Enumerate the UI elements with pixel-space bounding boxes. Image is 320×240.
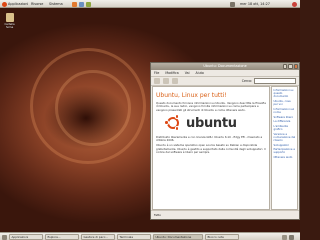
back-button[interactable] — [154, 78, 160, 84]
ubuntu-wordmark: ubuntu — [186, 115, 237, 131]
help-browser-window[interactable]: Ubuntu: Documentazione File Modifica Vai… — [150, 62, 300, 220]
logo-dot — [164, 120, 169, 125]
volume-icon[interactable] — [230, 1, 235, 7]
taskbar-item[interactable]: Blocco note — [205, 234, 239, 240]
sidebar-link[interactable]: La differenza — [274, 120, 296, 123]
top-panel: Applicazioni Risorse Sistema mer 18 ott,… — [0, 0, 300, 8]
bottom-panel: Applicazioni Esplora... Gestore di pacc.… — [0, 232, 300, 240]
minimize-button[interactable] — [282, 64, 287, 69]
ubuntu-logo: ubuntu — [164, 113, 266, 134]
window-title: Ubuntu: Documentazione — [203, 64, 247, 68]
home-button[interactable] — [172, 78, 179, 84]
document-content: Ubuntu, Linux per tutti! Questo document… — [152, 86, 270, 210]
search-input[interactable] — [254, 78, 296, 84]
menu-help[interactable]: Aiuto — [196, 71, 204, 75]
wallpaper-swirl — [55, 70, 131, 146]
desktop-icon-home[interactable]: Cartella home — [4, 13, 15, 29]
applications-menu-label: Applicazioni — [8, 2, 29, 6]
window-toolbar: Cerca: — [151, 77, 299, 86]
menu-go[interactable]: Vai — [185, 71, 190, 75]
status-bar: Fatto — [151, 210, 299, 219]
trash-icon[interactable] — [289, 234, 294, 240]
sidebar-link[interactable]: Informazioni sul nome — [274, 108, 296, 114]
taskbar-item[interactable]: Terminale — [117, 234, 151, 240]
sidebar-link[interactable]: Partecipazione e supporto — [274, 148, 296, 154]
release-paragraph: Distribuito liberamente e con licenza GN… — [156, 134, 263, 143]
taskbar-item-active[interactable]: Ubuntu: Documentazione — [153, 234, 203, 240]
applications-menu[interactable]: Applicazioni — [2, 1, 28, 7]
help-launcher-icon[interactable] — [86, 1, 91, 7]
menu-file[interactable]: File — [154, 71, 159, 75]
taskbar-item[interactable]: Esplora... — [45, 234, 79, 240]
taskbar-item[interactable]: Applicazioni — [9, 234, 43, 240]
about-paragraph: Ubuntu è un sistema operativo open sourc… — [156, 143, 266, 155]
taskbar-item[interactable]: Gestore di pacc... — [81, 234, 115, 240]
folder-icon — [5, 13, 14, 22]
sidebar-link[interactable]: Sviluppatori — [274, 144, 296, 147]
places-menu[interactable]: Risorse — [31, 1, 43, 7]
clock[interactable]: mer 18 ott, 14:27 — [240, 1, 270, 7]
workspace-switcher-icon[interactable] — [282, 234, 287, 240]
system-menu[interactable]: Sistema — [49, 1, 63, 7]
mail-launcher-icon[interactable] — [79, 1, 84, 7]
menu-edit[interactable]: Modifica — [165, 71, 178, 75]
sidebar-link[interactable]: Ottenere aiuto — [274, 156, 296, 159]
circle-of-friends-icon — [164, 113, 182, 132]
logo-dot — [174, 114, 179, 119]
contents-sidebar: Informazioni su questo documento Ubuntu,… — [271, 86, 298, 210]
window-titlebar[interactable]: Ubuntu: Documentazione — [151, 63, 299, 70]
window-menubar: File Modifica Vai Aiuto — [151, 70, 299, 77]
show-desktop-icon[interactable] — [2, 234, 7, 240]
sidebar-link[interactable]: Ubuntu, cosa per voi — [274, 100, 296, 106]
logo-dot — [174, 126, 179, 131]
search-label: Cerca: — [241, 79, 252, 83]
sidebar-link[interactable]: Versione e numerazione del rilascio — [274, 133, 296, 143]
desktop-icon-label: Cartella home — [4, 23, 15, 29]
sidebar-link[interactable]: Software libero — [274, 116, 296, 119]
maximize-button[interactable] — [288, 64, 293, 69]
forward-button[interactable] — [163, 78, 170, 84]
sidebar-link[interactable]: L'ambiente grafico — [274, 125, 296, 131]
power-icon[interactable] — [292, 1, 297, 7]
intro-paragraph: Questo documento fornisce informazioni s… — [156, 101, 266, 112]
browser-launcher-icon[interactable] — [72, 1, 77, 7]
close-button[interactable] — [293, 64, 298, 69]
ubuntu-logo-icon — [2, 1, 7, 7]
sidebar-link[interactable]: Informazioni su questo documento — [274, 89, 296, 99]
page-heading: Ubuntu, Linux per tutti! — [156, 92, 227, 99]
